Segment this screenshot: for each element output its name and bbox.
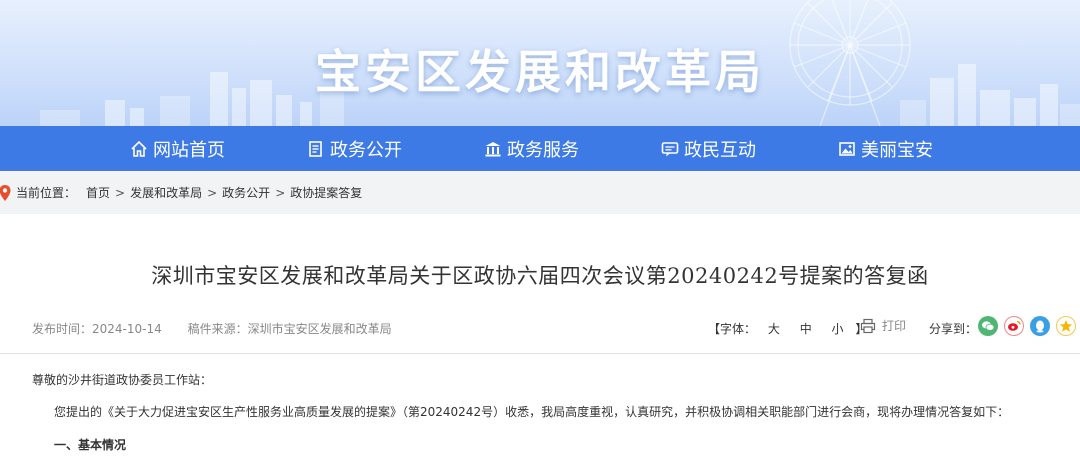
- breadcrumb-public[interactable]: 政务公开: [222, 184, 270, 201]
- font-size-medium-button[interactable]: 中: [800, 322, 812, 336]
- font-size-small-button[interactable]: 小: [832, 322, 844, 336]
- nav-item-label: 美丽宝安: [861, 139, 933, 161]
- share-label: 分享到：: [929, 322, 978, 336]
- wechat-icon[interactable]: [978, 316, 998, 336]
- nav-item-home[interactable]: 网站首页: [130, 136, 225, 162]
- breadcrumb: 当前位置： 首页 > 发展和改革局 > 政务公开 > 政协提案答复: [0, 171, 1080, 214]
- breadcrumb-home[interactable]: 首页: [86, 184, 110, 201]
- font-size-large-button[interactable]: 大: [768, 322, 780, 336]
- font-size-open: 【字体：: [708, 322, 757, 336]
- meta-divider: [0, 353, 1080, 354]
- chat-icon: [661, 140, 679, 158]
- printer-icon: [860, 318, 876, 334]
- letter-paragraph: 您提出的《关于大力促进宝安区生产性服务业高质量发展的提案》（第20240242号…: [54, 405, 1010, 419]
- breadcrumb-label: 当前位置：: [16, 186, 77, 200]
- weibo-icon[interactable]: [1004, 316, 1024, 336]
- print-label: 打印: [882, 319, 907, 333]
- publish-time: 发布时间：2024-10-14: [32, 322, 162, 336]
- article-source: 稿件来源：深圳市宝安区发展和改革局: [187, 322, 392, 336]
- breadcrumb-proposal[interactable]: 政协提案答复: [290, 184, 362, 201]
- section-heading: 一、基本情况: [54, 438, 127, 452]
- site-banner: 宝安区发展和改革局: [0, 0, 1080, 126]
- site-title: 宝安区发展和改革局: [315, 45, 765, 99]
- qzone-icon[interactable]: [1056, 316, 1076, 336]
- breadcrumb-separator: >: [115, 185, 126, 200]
- location-pin-icon: [0, 184, 12, 202]
- nav-item-scenery[interactable]: 美丽宝安: [838, 136, 933, 162]
- nav-item-label: 政务服务: [507, 139, 579, 161]
- breadcrumb-bureau[interactable]: 发展和改革局: [130, 184, 202, 201]
- nav-item-label: 政民互动: [684, 139, 756, 161]
- nav-item-service[interactable]: 政务服务: [484, 136, 579, 162]
- letter-greeting: 尊敬的沙井街道政协委员工作站：: [32, 373, 213, 387]
- home-icon: [130, 140, 148, 158]
- print-button[interactable]: 打印: [860, 317, 906, 334]
- qq-icon[interactable]: [1030, 316, 1050, 336]
- main-nav: 网站首页 政务公开 政务服务 政民互动 美丽宝安: [0, 126, 1080, 171]
- nav-item-label: 网站首页: [153, 139, 225, 161]
- nav-item-interaction[interactable]: 政民互动: [661, 136, 756, 162]
- font-size-control: 【字体： 大 中 小 】: [708, 320, 867, 337]
- breadcrumb-separator: >: [275, 185, 286, 200]
- article-meta: 发布时间：2024-10-14 稿件来源：深圳市宝安区发展和改革局 【字体： 大…: [0, 313, 1080, 343]
- nav-item-label: 政务公开: [330, 139, 402, 161]
- article-title: 深圳市宝安区发展和改革局关于区政协六届四次会议第20240242号提案的答复函: [151, 264, 929, 288]
- bank-icon: [484, 140, 502, 158]
- nav-item-public[interactable]: 政务公开: [307, 136, 402, 162]
- document-icon: [307, 140, 325, 158]
- picture-icon: [838, 140, 856, 158]
- breadcrumb-separator: >: [207, 185, 218, 200]
